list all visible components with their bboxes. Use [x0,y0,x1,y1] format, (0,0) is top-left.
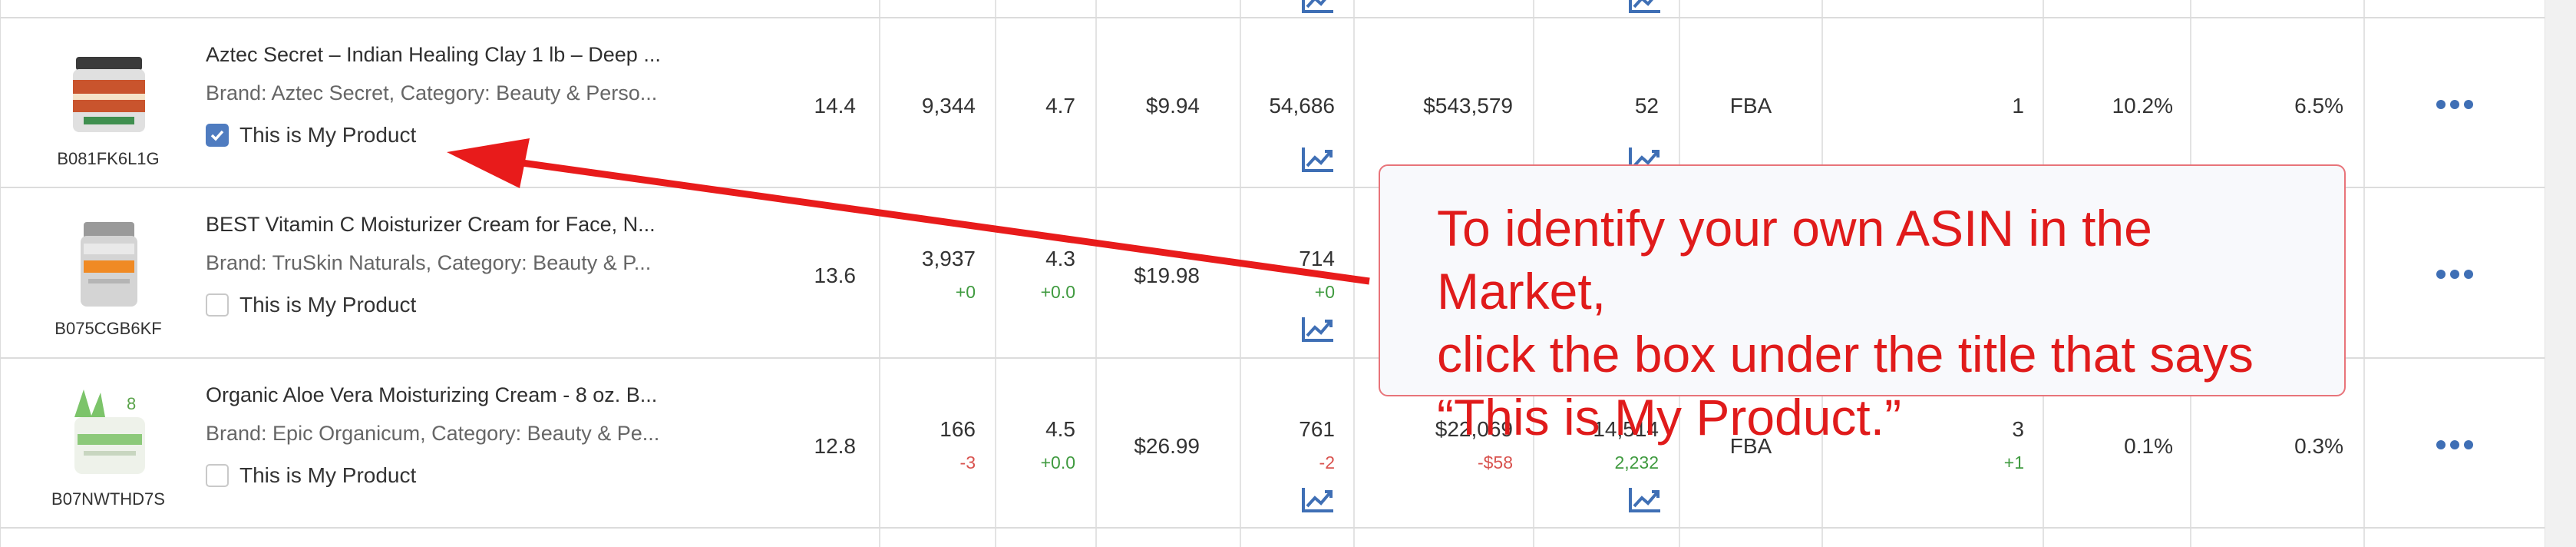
annotation-arrow-icon [447,138,1370,285]
